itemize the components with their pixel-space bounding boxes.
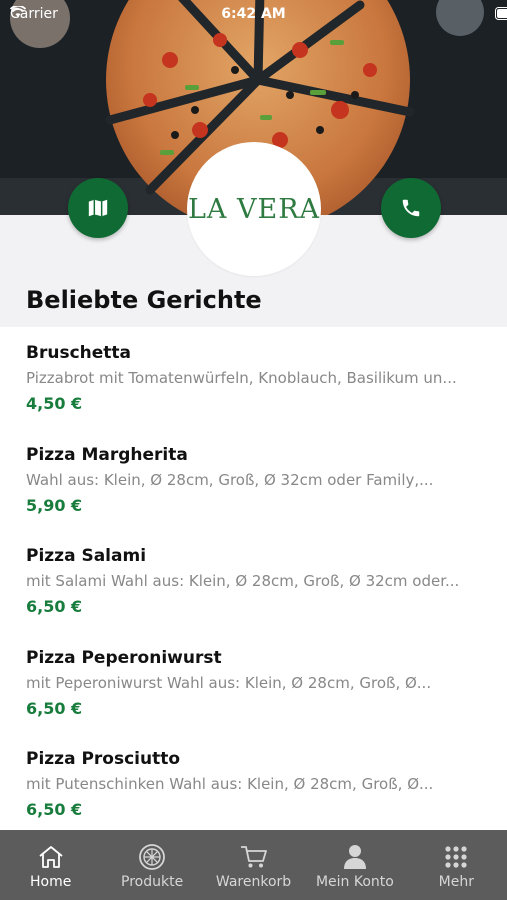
status-time: 6:42 AM — [221, 6, 286, 22]
tab-warenkorb[interactable]: Warenkorb — [203, 830, 304, 900]
map-icon — [88, 199, 108, 217]
call-button[interactable] — [381, 178, 441, 238]
section-title: Beliebte Gerichte — [26, 286, 262, 314]
cart-icon — [240, 846, 267, 868]
tab-label: Mehr — [438, 874, 474, 890]
dish-item[interactable]: Pizza Peperoniwurst mit Peperoniwurst Wa… — [0, 632, 507, 734]
phone-icon — [402, 199, 420, 217]
dish-description: mit Putenschinken Wahl aus: Klein, Ø 28c… — [26, 775, 434, 793]
tab-produkte[interactable]: Produkte — [101, 830, 202, 900]
tab-label: Mein Konto — [315, 874, 394, 890]
logo-text: LA VERA — [187, 193, 321, 225]
dish-price: 4,50 € — [26, 394, 83, 413]
tab-bar: Home Produkte Warenkorb Mein Konto Mehr — [0, 830, 507, 900]
tab-label: Warenkorb — [215, 874, 292, 890]
dish-item[interactable]: Pizza Prosciutto mit Putenschinken Wahl … — [0, 733, 507, 835]
dish-item[interactable]: Pizza Salami mit Salami Wahl aus: Klein,… — [0, 530, 507, 632]
dish-price: 5,90 € — [26, 495, 83, 515]
home-icon — [39, 846, 63, 868]
tab-label: Produkte — [121, 874, 184, 890]
map-button[interactable] — [68, 178, 128, 238]
status-bar: Carrier 6:42 AM — [0, 0, 507, 28]
tab-home[interactable]: Home — [0, 830, 101, 900]
grid-icon — [445, 846, 467, 868]
dish-name: Pizza Salami — [26, 546, 147, 566]
tab-mehr[interactable]: Mehr — [406, 830, 507, 900]
tab-mein-konto[interactable]: Mein Konto — [304, 830, 405, 900]
dish-price: 6,50 € — [26, 800, 83, 819]
dish-description: mit Peperoniwurst Wahl aus: Klein, Ø 28c… — [26, 673, 432, 692]
battery-icon — [495, 7, 507, 20]
restaurant-logo: LA VERA — [187, 142, 321, 276]
person-icon — [343, 845, 366, 869]
tab-label: Home — [30, 874, 72, 890]
dish-item[interactable]: Bruschetta Pizzabrot mit Tomatenwürfeln,… — [0, 327, 507, 429]
dish-price: 6,50 € — [26, 698, 83, 718]
dish-item[interactable]: Pizza Margherita Wahl aus: Klein, Ø 28cm… — [0, 429, 507, 531]
dish-name: Pizza Margherita — [26, 444, 188, 465]
dish-name: Pizza Peperoniwurst — [26, 647, 222, 668]
dish-description: Pizzabrot mit Tomatenwürfeln, Knoblauch,… — [26, 369, 457, 387]
dish-name: Pizza Prosciutto — [26, 749, 181, 769]
dish-description: mit Salami Wahl aus: Klein, Ø 28cm, Groß… — [26, 572, 460, 590]
dish-description: Wahl aus: Klein, Ø 28cm, Groß, Ø 32cm od… — [26, 470, 434, 489]
pizza-icon — [139, 844, 166, 870]
dish-list: Bruschetta Pizzabrot mit Tomatenwürfeln,… — [0, 327, 507, 835]
dish-price: 6,50 € — [26, 597, 83, 616]
dish-name: Bruschetta — [26, 343, 131, 363]
